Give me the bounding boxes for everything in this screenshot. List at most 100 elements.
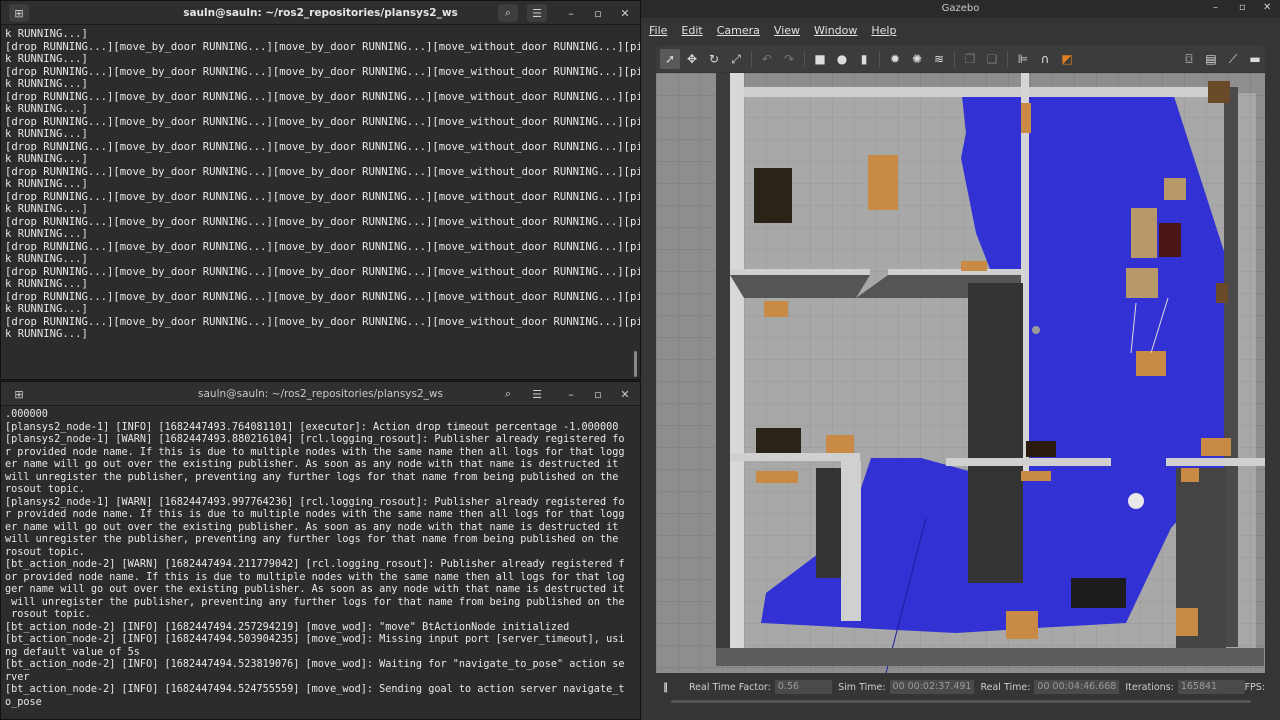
minimize-icon[interactable]: – [561, 4, 581, 22]
terminal-line: r provided node name. If this is due to … [5, 509, 625, 520]
terminal-line: k RUNNING...] [5, 303, 88, 315]
change-view-icon[interactable]: ◩ [1057, 49, 1077, 69]
redo-icon[interactable]: ↷ [779, 49, 799, 69]
copy-icon[interactable]: ❐ [960, 49, 980, 69]
iterations-label: Iterations: [1125, 681, 1174, 693]
bench [756, 471, 798, 483]
menu-icon[interactable]: ☰ [527, 385, 547, 403]
wall-north [744, 87, 1224, 97]
plot-icon[interactable]: ⟋ [1223, 49, 1243, 69]
search-icon[interactable]: ⌕ [498, 4, 518, 22]
maximize-icon[interactable]: ▫ [588, 385, 608, 403]
rtf-label: Real Time Factor: [688, 681, 771, 693]
scene-render[interactable] [656, 73, 1265, 673]
terminal-line: rver [5, 671, 30, 683]
terminal-line: [plansys2_node-1] [WARN] [1682447493.997… [5, 496, 625, 508]
new-tab-icon[interactable]: ⊞ [9, 385, 29, 403]
search-icon[interactable]: ⌕ [498, 385, 518, 403]
undo-icon[interactable]: ↶ [757, 49, 777, 69]
video-record-icon[interactable]: ▬ [1245, 49, 1265, 69]
minimize-icon[interactable]: – [561, 385, 581, 403]
terminal-line: will unregister the publisher, preventin… [5, 471, 619, 483]
robot[interactable] [1128, 493, 1144, 509]
sim-time-label: Sim Time: [838, 681, 886, 693]
screenshot-icon[interactable]: ⌼ [1179, 49, 1199, 69]
horizontal-scrollbar[interactable] [671, 700, 1251, 703]
cylinder-shape-icon[interactable]: ▮ [854, 49, 874, 69]
new-tab-icon[interactable]: ⊞ [9, 4, 29, 22]
menu-window[interactable]: Window [814, 24, 857, 37]
terminal-line: [bt_action_node-2] [INFO] [1682447494.25… [5, 621, 570, 633]
terminal-line: k RUNNING...] [5, 153, 88, 165]
wall-interior [946, 458, 1111, 466]
scene-viewport[interactable] [656, 73, 1265, 673]
terminal-line: [drop RUNNING...][move_by_door RUNNING..… [5, 65, 641, 78]
directional-light-icon[interactable]: ≋ [929, 49, 949, 69]
terminal-line: ger name will go out over the existing p… [5, 584, 625, 595]
dark-box [1026, 441, 1056, 457]
terminal-window-bottom[interactable]: ⊞ sauln@sauln: ~/ros2_repositories/plans… [0, 381, 641, 720]
door [1021, 103, 1031, 133]
table [868, 155, 898, 210]
log-icon[interactable]: ▤ [1201, 49, 1221, 69]
terminal-line: k RUNNING...] [5, 253, 88, 265]
maximize-icon[interactable]: ▫ [1239, 2, 1246, 13]
terminal-line: k RUNNING...] [5, 128, 88, 140]
gazebo-titlebar: Gazebo – ▫ ✕ [641, 0, 1280, 18]
spot-light-icon[interactable]: ✺ [907, 49, 927, 69]
terminal-line: k RUNNING...] [5, 203, 88, 215]
toolbar: ➚ ✥ ↻ ⤢ ↶ ↷ ■ ● ▮ ✹ ✺ ≋ ❐ ❏ ⊫ ∩ ◩ ⌼ ▤ ⟋ … [656, 46, 1265, 72]
box-shape-icon[interactable]: ■ [810, 49, 830, 69]
sphere-shape-icon[interactable]: ● [832, 49, 852, 69]
crate [1208, 81, 1230, 103]
menu-help[interactable]: Help [871, 24, 896, 37]
terminal-line: or provided node name. If this is due to… [5, 571, 625, 583]
translate-mode-icon[interactable]: ✥ [682, 49, 702, 69]
point-light-icon[interactable]: ✹ [885, 49, 905, 69]
maximize-icon[interactable]: ▫ [588, 4, 608, 22]
wall-interior [730, 453, 860, 461]
terminal-output[interactable]: k RUNNING...] [drop RUNNING...][move_by_d… [1, 25, 640, 341]
menu-view[interactable]: View [774, 24, 800, 37]
sim-time-value: 00 00:02:37.491 [889, 680, 975, 694]
bench [1021, 471, 1051, 481]
terminal-line: [drop RUNNING...][move_by_door RUNNING..… [5, 190, 641, 203]
box [1126, 268, 1158, 298]
terminal-line: er name will go out over the existing pu… [5, 459, 619, 470]
terminal-line: [drop RUNNING...][move_by_door RUNNING..… [5, 140, 641, 153]
terminal-line: er name will go out over the existing pu… [5, 521, 619, 533]
scrollbar[interactable] [634, 351, 637, 377]
wall-shadow [816, 468, 841, 578]
snap-icon[interactable]: ∩ [1035, 49, 1055, 69]
paste-icon[interactable]: ❏ [982, 49, 1002, 69]
minimize-icon[interactable]: – [1213, 2, 1218, 13]
scale-mode-icon[interactable]: ⤢ [726, 49, 746, 69]
wall-interior [730, 269, 870, 275]
terminal-output[interactable]: .000000 [plansys2_node-1] [INFO] [1682447… [1, 406, 640, 709]
terminal-window-top[interactable]: ⊞ sauln@sauln: ~/ros2_repositories/plans… [0, 0, 641, 380]
real-time-label: Real Time: [980, 681, 1031, 693]
menu-file[interactable]: File [649, 24, 667, 37]
terminal-line: will unregister the publisher, preventin… [5, 596, 625, 608]
lamp [1032, 326, 1040, 334]
terminal-line: o_pose [5, 696, 42, 708]
wall-west [716, 73, 730, 665]
terminal-line: [drop RUNNING...][move_by_door RUNNING..… [5, 165, 641, 178]
wall-shadow [730, 275, 870, 298]
terminal-line: k RUNNING...] [5, 28, 88, 40]
terminal-line: [bt_action_node-2] [INFO] [1682447494.52… [5, 659, 625, 670]
align-icon[interactable]: ⊫ [1013, 49, 1033, 69]
menu-edit[interactable]: Edit [681, 24, 702, 37]
close-icon[interactable]: ✕ [615, 385, 635, 403]
close-icon[interactable]: ✕ [615, 4, 635, 22]
table-dark [1071, 578, 1126, 608]
rotate-mode-icon[interactable]: ↻ [704, 49, 724, 69]
pause-icon[interactable]: ‖ [656, 682, 675, 693]
select-mode-icon[interactable]: ➚ [660, 49, 680, 69]
menu-icon[interactable]: ☰ [527, 4, 547, 22]
terminal-line: [drop RUNNING...][move_by_door RUNNING..… [5, 40, 641, 53]
terminal-line: [bt_action_node-2] [INFO] [1682447494.50… [5, 634, 625, 645]
close-icon[interactable]: ✕ [1263, 2, 1271, 13]
wall-west-top [730, 73, 744, 665]
menu-camera[interactable]: Camera [717, 24, 760, 37]
